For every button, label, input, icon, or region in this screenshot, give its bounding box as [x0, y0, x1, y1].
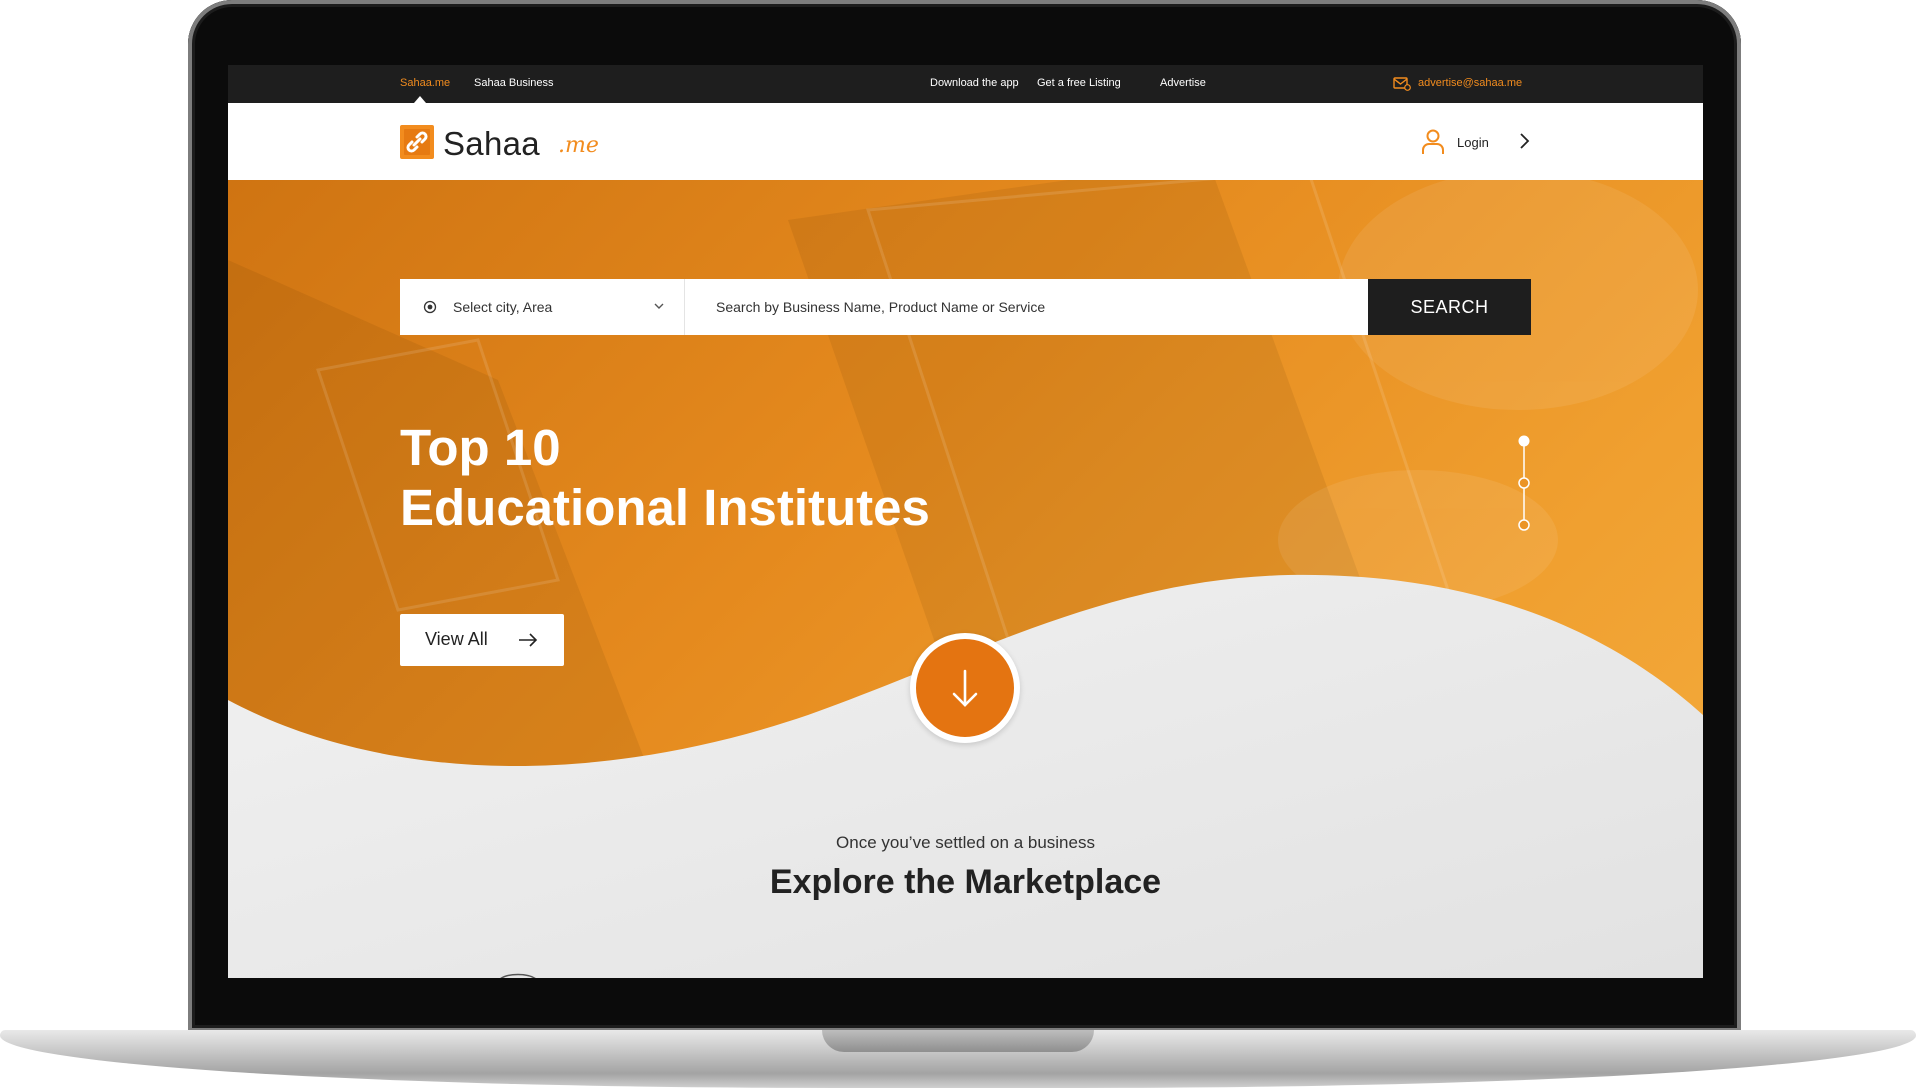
- wave-divider: [228, 574, 1703, 978]
- topbar-link-advertise[interactable]: Advertise: [1160, 77, 1206, 89]
- login-label: Login: [1457, 135, 1489, 150]
- category-icon-peek: [500, 973, 536, 978]
- topbar-link-free-listing[interactable]: Get a free Listing: [1037, 77, 1121, 89]
- browser-screen: Sahaa.me Sahaa Business Download the app…: [228, 65, 1703, 978]
- topbar-link-sahaa[interactable]: Sahaa.me: [400, 77, 450, 89]
- logo-wordmark: Sahaa: [443, 125, 540, 162]
- topbar-link-download-app[interactable]: Download the app: [930, 77, 1019, 89]
- explore-subtitle: Once you’ve settled on a business: [836, 833, 1095, 852]
- advertise-email-link[interactable]: advertise@sahaa.me: [1418, 77, 1522, 89]
- explore-title: Explore the Marketplace: [769, 863, 1162, 901]
- active-caret-indicator: [414, 96, 426, 103]
- mail-icon: [1393, 77, 1411, 91]
- scroll-down-button[interactable]: [910, 633, 1020, 743]
- logo-suffix: .me: [558, 133, 599, 158]
- hero-banner: Select city, Area SEARCH Top 10 Educatio…: [228, 180, 1703, 978]
- arrow-down-icon: [952, 669, 978, 707]
- link-logo-icon: [400, 125, 434, 159]
- top-bar: Sahaa.me Sahaa Business Download the app…: [228, 65, 1703, 103]
- laptop-notch: [822, 1030, 1094, 1052]
- topbar-link-business[interactable]: Sahaa Business: [474, 77, 554, 89]
- site-header: Sahaa .me Login: [228, 103, 1703, 180]
- chevron-right-icon[interactable]: [1518, 132, 1530, 150]
- user-icon: [1422, 129, 1444, 154]
